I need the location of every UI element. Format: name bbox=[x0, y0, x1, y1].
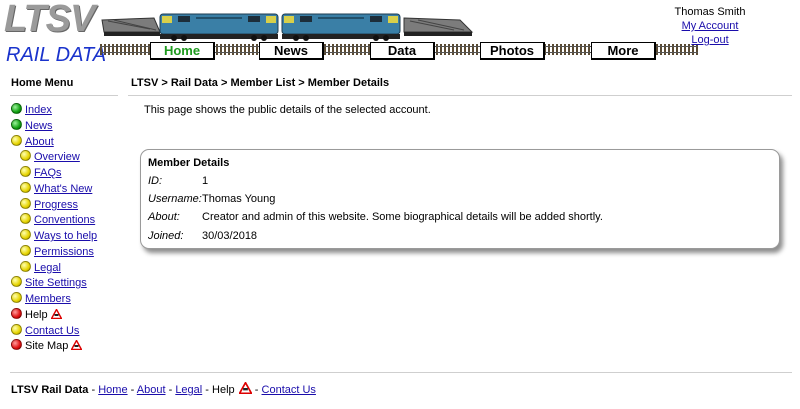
yellow-dot-icon bbox=[11, 135, 22, 146]
green-dot-icon bbox=[11, 119, 22, 130]
sidebar-item-overview[interactable]: Overview bbox=[20, 150, 80, 164]
sidebar-item-faqs[interactable]: FAQs bbox=[20, 166, 62, 180]
detail-value: 30/03/2018 bbox=[202, 230, 258, 242]
sidebar-divider bbox=[10, 95, 118, 96]
detail-key: Joined: bbox=[148, 230, 184, 242]
sidebar-item-label[interactable]: What's New bbox=[34, 183, 92, 195]
yellow-dot-icon bbox=[20, 229, 31, 240]
sidebar-item-label[interactable]: Index bbox=[25, 104, 52, 116]
breadcrumb: LTSV > Rail Data > Member List > Member … bbox=[131, 77, 390, 89]
footer-home-link[interactable]: Home bbox=[98, 384, 127, 396]
sidebar-item-contact-us[interactable]: Contact Us bbox=[11, 324, 79, 338]
detail-value: 1 bbox=[202, 175, 209, 187]
sidebar-item-label: Site Map bbox=[25, 340, 69, 352]
yellow-dot-icon bbox=[20, 150, 31, 161]
nav-news-button[interactable]: News bbox=[259, 42, 324, 60]
footer-help-text: Help bbox=[212, 384, 235, 396]
sidebar-item-label[interactable]: Conventions bbox=[34, 214, 95, 226]
yellow-dot-icon bbox=[20, 213, 31, 224]
sidebar-item-label[interactable]: Contact Us bbox=[25, 325, 79, 337]
nav-more-button[interactable]: More bbox=[591, 42, 656, 60]
locomotive-1 bbox=[159, 13, 279, 41]
footer-separator: - bbox=[205, 384, 209, 396]
logo-text-ltsv: LTSV bbox=[4, 0, 95, 40]
warning-sign-icon bbox=[238, 382, 252, 394]
sidebar-item-ways-to-help[interactable]: Ways to help bbox=[20, 229, 97, 243]
logo-text-rail-data: RAIL DATA bbox=[6, 44, 107, 66]
member-details-card: Member Details ID: 1 Username: Thomas Yo… bbox=[140, 149, 780, 249]
sidebar-item-label[interactable]: About bbox=[25, 136, 54, 148]
yellow-dot-icon bbox=[11, 292, 22, 303]
sidebar-item-news[interactable]: News bbox=[11, 119, 53, 133]
red-dot-icon bbox=[11, 308, 22, 319]
detail-key: ID: bbox=[148, 175, 163, 187]
my-account-link[interactable]: My Account bbox=[682, 20, 739, 32]
sidebar-item-progress[interactable]: Progress bbox=[20, 198, 78, 212]
sidebar-item-label[interactable]: Progress bbox=[34, 199, 78, 211]
detail-value: Thomas Young bbox=[202, 193, 276, 205]
sidebar-item-label[interactable]: Legal bbox=[34, 262, 61, 274]
detail-key: Username: bbox=[148, 193, 202, 205]
sidebar-item-index[interactable]: Index bbox=[11, 103, 52, 117]
yellow-dot-icon bbox=[20, 245, 31, 256]
sidebar-item-conventions[interactable]: Conventions bbox=[20, 213, 95, 227]
footer-separator: - bbox=[254, 384, 259, 396]
sidebar-item-label[interactable]: News bbox=[25, 120, 53, 132]
locomotive-2 bbox=[281, 13, 401, 41]
warning-sign-icon bbox=[50, 309, 62, 319]
sidebar-item-label: Help bbox=[25, 309, 48, 321]
sidebar-item-site-map: Site Map bbox=[11, 339, 83, 353]
sidebar-item-about[interactable]: About bbox=[11, 135, 54, 149]
sidebar-item-label[interactable]: Permissions bbox=[34, 246, 94, 258]
sidebar-item-members[interactable]: Members bbox=[11, 292, 71, 306]
footer-separator: - bbox=[91, 384, 96, 396]
footer-about-link[interactable]: About bbox=[137, 384, 166, 396]
sidebar-item-permissions[interactable]: Permissions bbox=[20, 245, 94, 259]
sidebar-title: Home Menu bbox=[11, 77, 74, 89]
nav-home-button[interactable]: Home bbox=[150, 42, 215, 60]
nav-photos-button[interactable]: Photos bbox=[480, 42, 545, 60]
nav-data-button[interactable]: Data bbox=[370, 42, 435, 60]
detail-key: About: bbox=[148, 211, 180, 223]
card-title: Member Details bbox=[148, 157, 230, 169]
footer-legal-link[interactable]: Legal bbox=[175, 384, 202, 396]
sidebar-item-label[interactable]: Site Settings bbox=[25, 277, 87, 289]
site-logo[interactable]: LTSV RAIL DATA bbox=[4, 0, 106, 66]
yellow-dot-icon bbox=[11, 276, 22, 287]
green-dot-icon bbox=[11, 103, 22, 114]
sidebar-item-whats-new[interactable]: What's New bbox=[20, 182, 92, 196]
sidebar-item-site-settings[interactable]: Site Settings bbox=[11, 276, 87, 290]
sidebar-item-label[interactable]: Members bbox=[25, 293, 71, 305]
sidebar-item-label[interactable]: FAQs bbox=[34, 167, 62, 179]
main-divider bbox=[128, 95, 792, 96]
sidebar-item-help: Help bbox=[11, 308, 62, 322]
wagon-left bbox=[101, 17, 161, 36]
sidebar-item-label[interactable]: Ways to help bbox=[34, 230, 97, 242]
detail-value: Creator and admin of this website. Some … bbox=[202, 211, 603, 223]
sidebar-item-legal[interactable]: Legal bbox=[20, 261, 61, 275]
footer-contact-link[interactable]: Contact Us bbox=[262, 384, 316, 396]
yellow-dot-icon bbox=[20, 166, 31, 177]
user-panel: Thomas Smith My Account Log-out bbox=[660, 5, 760, 47]
yellow-dot-icon bbox=[20, 261, 31, 272]
yellow-dot-icon bbox=[20, 182, 31, 193]
footer: LTSV Rail Data - Home - About - Legal - … bbox=[11, 382, 316, 396]
intro-text: This page shows the public details of th… bbox=[144, 104, 431, 116]
train-banner-icon bbox=[101, 13, 474, 41]
wagon-right bbox=[403, 17, 474, 36]
footer-separator: - bbox=[130, 384, 135, 396]
logout-link[interactable]: Log-out bbox=[691, 34, 728, 46]
yellow-dot-icon bbox=[20, 198, 31, 209]
footer-divider bbox=[10, 372, 792, 373]
warning-sign-icon bbox=[71, 340, 83, 350]
footer-separator: - bbox=[168, 384, 173, 396]
red-dot-icon bbox=[11, 339, 22, 350]
sidebar-item-label[interactable]: Overview bbox=[34, 151, 80, 163]
footer-brand: LTSV Rail Data bbox=[11, 384, 89, 396]
user-name: Thomas Smith bbox=[674, 6, 746, 18]
yellow-dot-icon bbox=[11, 324, 22, 335]
